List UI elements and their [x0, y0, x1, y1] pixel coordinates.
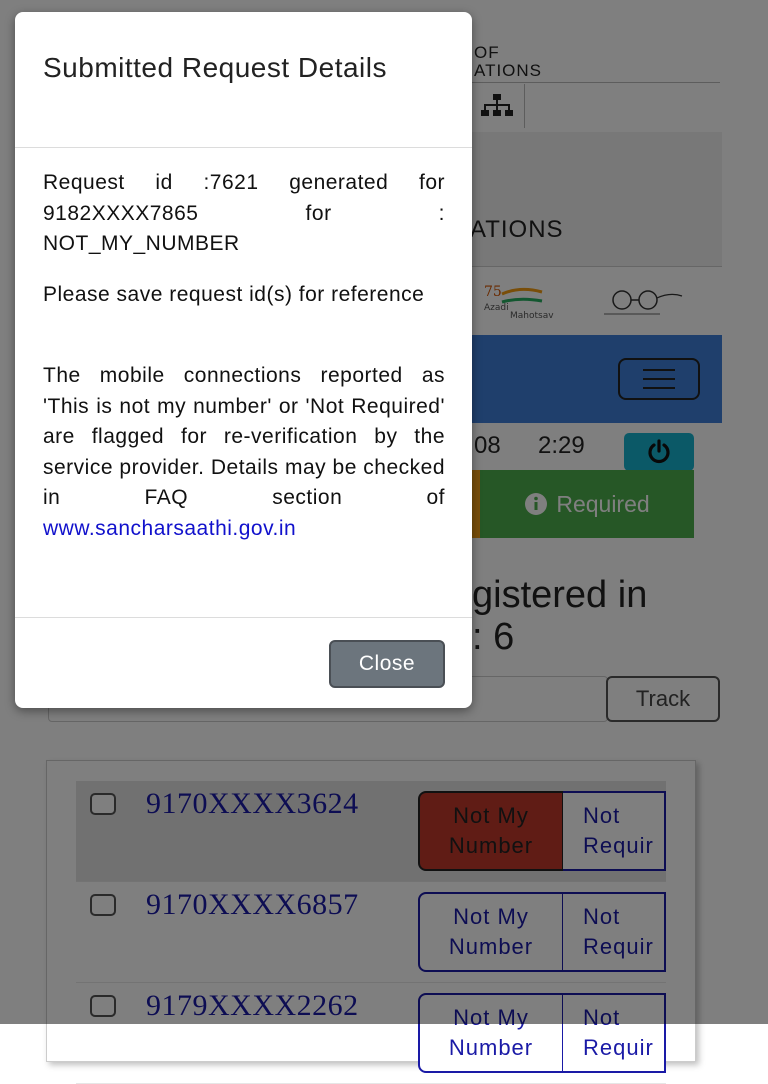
modal-header-divider: [15, 147, 472, 148]
modal-footer-divider: [15, 617, 472, 618]
not-my-number-line-2: Number: [448, 1035, 534, 1060]
close-button[interactable]: Close: [329, 640, 445, 688]
sancharsaathi-link[interactable]: www.sancharsaathi.gov.in: [43, 517, 296, 540]
save-reference-message: Please save request id(s) for reference: [43, 283, 425, 306]
not-required-line-2: Requir: [583, 1035, 654, 1060]
reverification-text: The mobile connections reported as 'This…: [43, 364, 445, 509]
request-id-message: Request id :7621 generated for 9182XXXX7…: [43, 171, 445, 255]
modal-title: Submitted Request Details: [43, 52, 388, 83]
submitted-request-modal: Submitted Request Details Request id :76…: [15, 12, 472, 708]
reverification-message: The mobile connections reported as 'This…: [43, 361, 445, 544]
